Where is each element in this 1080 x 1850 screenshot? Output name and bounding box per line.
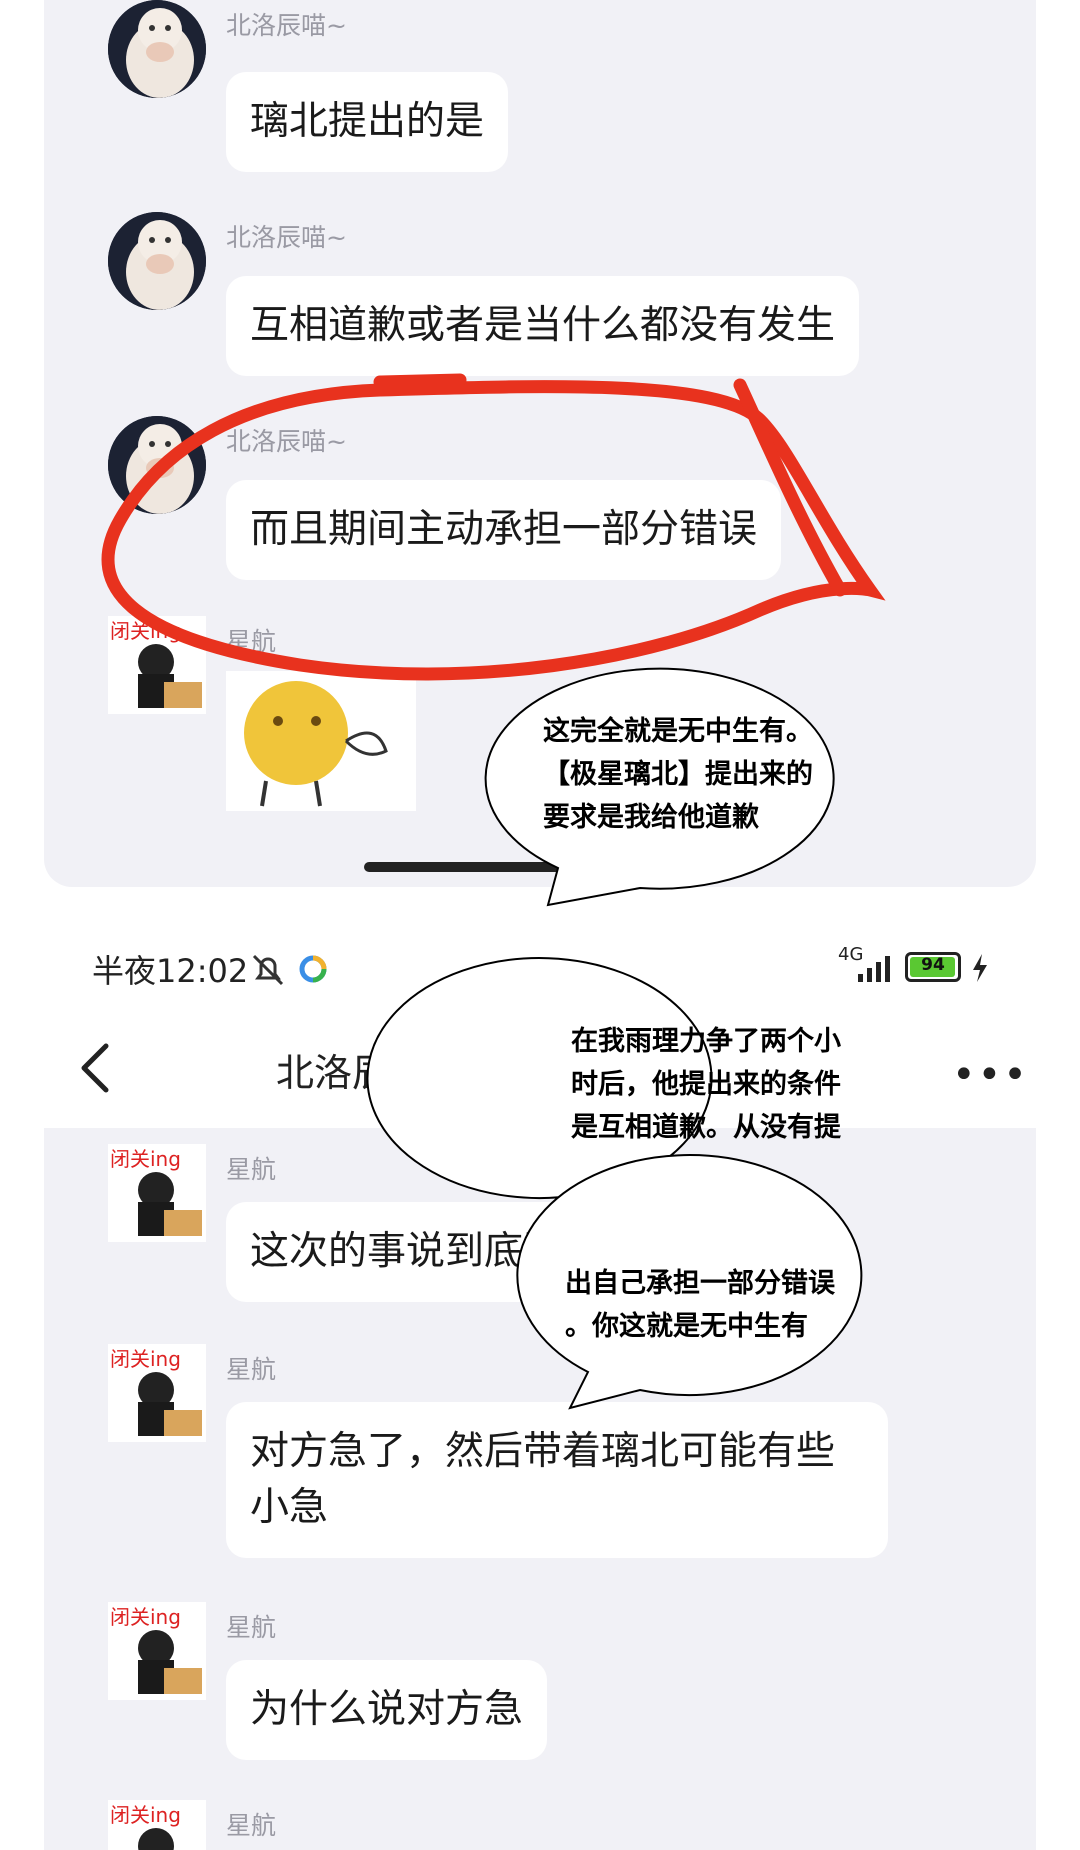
callout-text-3: 出自己承担一部分错误 。你这就是无中生有	[565, 1268, 835, 1342]
red-stroke-annotation	[373, 373, 467, 389]
callout-text-1: 这完全就是无中生有。 【极星璃北】提出来的 要求是我给他道歉	[543, 716, 813, 833]
red-stroke-annotation	[733, 378, 847, 597]
callout-text-2: 在我雨理力争了两个小 时后，他提出来的条件 是互相道歉。从没有提	[571, 1026, 841, 1143]
annotation-overlay	[101, 373, 886, 1410]
